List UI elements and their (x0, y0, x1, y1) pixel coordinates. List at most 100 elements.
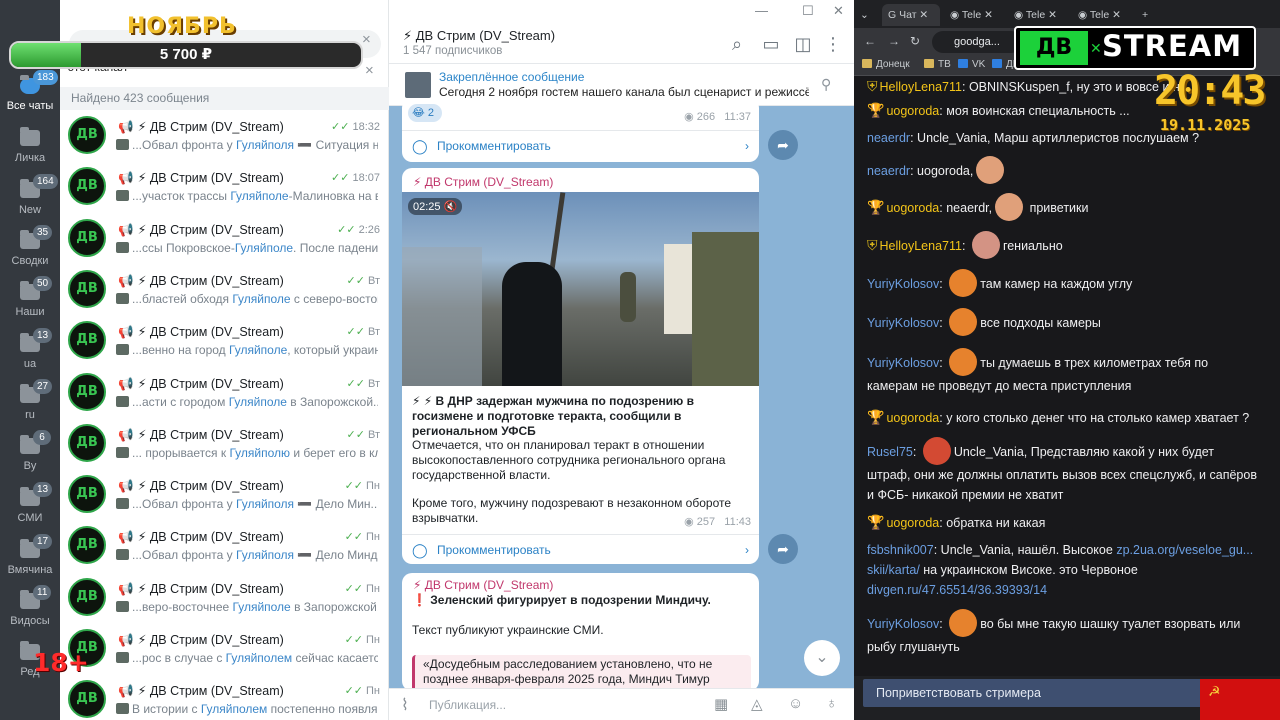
discussion-icon[interactable]: ▭ (755, 28, 787, 60)
folder-by[interactable]: 6 By (0, 430, 60, 483)
megaphone-icon: 📢 (118, 581, 134, 596)
minimize-icon[interactable]: — (755, 3, 768, 18)
conversation-panel: — ☐ ✕ ⚡ ДВ Стрим (DV_Stream) 1 547 подпи… (389, 0, 854, 720)
folder-ua[interactable]: 13 ua (0, 328, 60, 381)
chat-title-text: ⚡ ДВ Стрим (DV_Stream) (137, 325, 284, 340)
back-icon[interactable]: ← (864, 34, 876, 48)
shield-badge-icon: ⛨ (867, 237, 878, 253)
scroll-down-button[interactable]: ⌄ (804, 640, 840, 676)
chat-list-item[interactable]: ДВ 📢 ⚡ ДВ Стрим (DV_Stream) ✓✓ 2:26 ...ссы По… (60, 213, 389, 264)
browser-tab-active[interactable]: G Чат ✕ (882, 4, 940, 26)
comment-button[interactable]: ◯ Прокомментировать › (402, 534, 759, 564)
chat-username[interactable]: uogoroda (886, 201, 939, 215)
close-window-icon[interactable]: ✕ (833, 3, 844, 19)
video-duration-text: 02:25 (413, 201, 441, 213)
chat-snippet: ...бластей обходя Гуляйполе с северо-вос… (116, 292, 378, 306)
read-ticks-icon: ✓✓ (346, 274, 365, 287)
close-scope-icon[interactable]: × (365, 62, 374, 79)
forward-icon[interactable]: → (888, 34, 900, 48)
channel-title[interactable]: ⚡ ДВ Стрим (DV_Stream) (403, 28, 555, 44)
new-tab-icon[interactable]: + (1136, 4, 1148, 26)
browser-tab[interactable]: ◉ Tele ✕ (944, 4, 993, 26)
chat-list-item[interactable]: ДВ 📢 ⚡ ДВ Стрим (DV_Stream) ✓✓ Вт ...венно на… (60, 315, 389, 366)
chat-list-item[interactable]: ДВ 📢 ⚡ ДВ Стрим (DV_Stream) ✓✓ 18:07 ...участ… (60, 161, 389, 212)
chat-username[interactable]: neaerdr (867, 131, 910, 145)
folder-vidosy[interactable]: 11 Видосы (0, 585, 60, 638)
video-player[interactable]: 02:25 🔇 (402, 192, 759, 386)
chat-message: fsbshnik007: Uncle_Vania, нашёл. Высокое… (867, 543, 1254, 597)
notifications-icon[interactable]: ◬ (751, 695, 763, 713)
chat-snippet: ...веро-восточнее Гуляйполе в Запорожско… (116, 600, 378, 614)
chat-username[interactable]: YuriyKolosov (867, 277, 939, 291)
emoji-icon[interactable]: ☺ (788, 695, 803, 712)
folder-vmyachina[interactable]: 17 Вмячина (0, 534, 60, 587)
bookmark[interactable]: VK (958, 59, 985, 70)
reaction-chip[interactable]: 😂 2 (408, 104, 442, 122)
view-count: 266 (696, 111, 716, 123)
chat-username[interactable]: HelloyLena711 (880, 239, 962, 253)
chat-title-text: ⚡ ДВ Стрим (DV_Stream) (137, 633, 284, 647)
share-button[interactable]: ➦ (768, 534, 798, 564)
chat-username[interactable]: neaerdr (867, 164, 910, 178)
chat-username[interactable]: uogoroda (886, 104, 939, 118)
sidebar-toggle-icon[interactable]: ◫ (787, 28, 819, 60)
search-icon[interactable]: ⌕ (721, 28, 753, 60)
chat-username[interactable]: fsbshnik007 (867, 543, 934, 557)
chat-title: 📢 ⚡ ДВ Стрим (DV_Stream) (118, 427, 284, 443)
comment-button[interactable]: ◯ Прокомментировать › (402, 130, 759, 160)
message-meta: ◉ 257 11:43 (684, 516, 751, 528)
folder-lichka[interactable]: Личка (0, 124, 60, 175)
chat-username[interactable]: HelloyLena711 (880, 80, 962, 94)
chat-list-item[interactable]: ДВ 📢 ⚡ ДВ Стрим (DV_Stream) ✓✓ Пн ...веро-вос… (60, 572, 389, 623)
message-author[interactable]: ⚡ ДВ Стрим (DV_Stream) (413, 175, 553, 189)
folder-smi[interactable]: 13 СМИ (0, 482, 60, 535)
browser-tab[interactable]: ◉ Tele ✕ (1008, 4, 1057, 26)
chat-list-item[interactable]: ДВ 📢 ⚡ ДВ Стрим (DV_Stream) ✓✓ Пн ...рос в сл… (60, 623, 389, 674)
folder-ru[interactable]: 27 ru (0, 379, 60, 432)
browser-tab[interactable]: ◉ Tele ✕ (1072, 4, 1121, 26)
folder-nashi[interactable]: 50 Наши (0, 276, 60, 329)
chat-username[interactable]: Rusel75 (867, 445, 913, 459)
chat-username[interactable]: YuriyKolosov (867, 316, 939, 330)
chat-username[interactable]: uogoroda (886, 411, 939, 425)
attach-icon[interactable]: ⌇ (401, 695, 409, 715)
share-button[interactable]: ➦ (768, 130, 798, 160)
tab-menu-icon[interactable]: ⌄ (854, 4, 869, 26)
message-input[interactable]: Публикация... (429, 698, 506, 712)
folder-icon (924, 59, 934, 68)
maximize-icon[interactable]: ☐ (802, 3, 814, 19)
chat-title-text: ⚡ ДВ Стрим (DV_Stream) (137, 171, 284, 186)
message-author[interactable]: ⚡ ДВ Стрим (DV_Stream) (413, 578, 553, 592)
chat-username[interactable]: YuriyKolosov (867, 617, 939, 631)
microphone-icon[interactable]: ♁ (826, 695, 837, 712)
video-duration: 02:25 🔇 (408, 198, 463, 215)
clear-search-icon[interactable]: × (362, 32, 376, 47)
snippet-highlight: Гуляйполе (230, 189, 289, 204)
bookmark[interactable]: Донецк (862, 59, 910, 70)
more-menu-icon[interactable]: ⋮ (817, 28, 849, 60)
pin-list-icon[interactable]: ⚲ (821, 76, 831, 93)
chat-list-item[interactable]: ДВ 📢 ⚡ ДВ Стрим (DV_Stream) ✓✓ Пн ...Обвал фр… (60, 469, 389, 520)
chat-list-item[interactable]: ДВ 📢 ⚡ ДВ Стрим (DV_Stream) ✓✓ Вт ...асти с г… (60, 367, 389, 418)
chat-list-item[interactable]: ДВ 📢 ⚡ ДВ Стрим (DV_Stream) ✓✓ Вт ... прорыва… (60, 418, 389, 469)
bookmark[interactable]: ТВ (924, 59, 951, 70)
chat-username[interactable]: uogoroda (886, 516, 939, 530)
snippet-highlight: Гуляйполем (225, 651, 293, 665)
reload-icon[interactable]: ↻ (910, 34, 920, 48)
chat-list-item[interactable]: ДВ 📢 ⚡ ДВ Стрим (DV_Stream) ✓✓ Пн ...Обвал фр… (60, 520, 389, 571)
chat-link[interactable]: divgen.ru/47.65514/36.39393/14 (867, 583, 1047, 597)
schedule-icon[interactable]: ▦ (714, 695, 728, 713)
folder-new[interactable]: 164 New (0, 174, 60, 227)
folder-svodki[interactable]: 35 Сводки (0, 225, 60, 278)
chat-username[interactable]: YuriyKolosov (867, 356, 939, 370)
folder-label: Вмячина (7, 564, 53, 576)
chat-time: ✓✓ Вт (347, 377, 380, 390)
address-bar[interactable]: goodga... (932, 31, 1022, 53)
snippet-highlight: Гуляйполе (232, 291, 291, 306)
chat-list-item[interactable]: ДВ 📢 ⚡ ДВ Стрим (DV_Stream) ✓✓ 18:32 ...Обвал… (60, 110, 389, 161)
chat-snippet: ...ссы Покровское-Гуляйполе. После паден… (116, 241, 378, 255)
folder-all-chats[interactable]: 183 Все чаты (0, 70, 60, 123)
chat-list-item[interactable]: ДВ 📢 ⚡ ДВ Стрим (DV_Stream) ✓✓ Вт ...бластей … (60, 264, 389, 315)
chat-list-item[interactable]: ДВ 📢 ⚡ ДВ Стрим (DV_Stream) ✓✓ Пн В истории с… (60, 674, 389, 720)
emote-icon (949, 308, 978, 336)
